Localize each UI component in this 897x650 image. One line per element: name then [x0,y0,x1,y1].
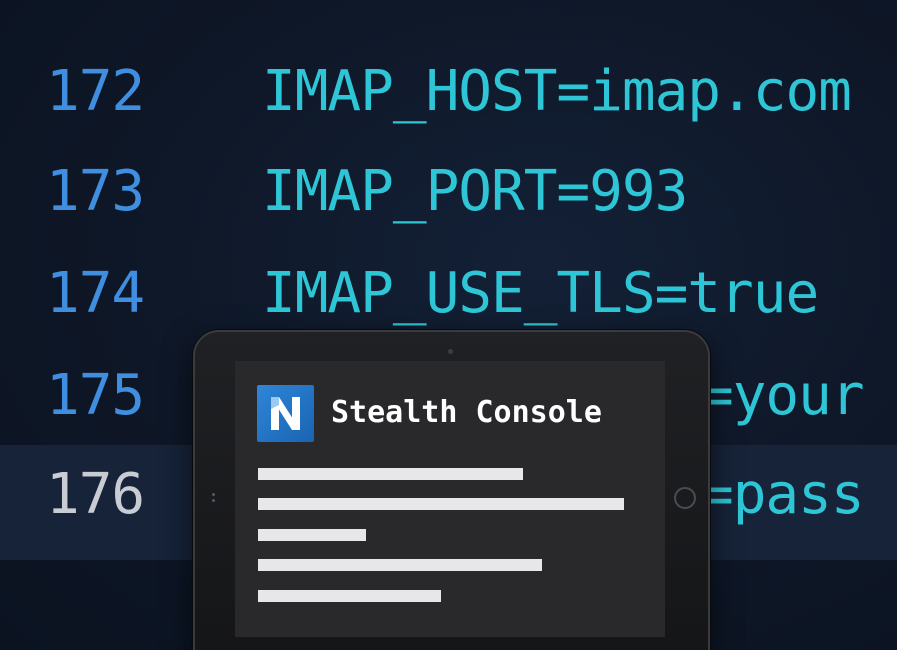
placeholder-text-line [258,498,624,510]
home-button [674,487,696,509]
placeholder-text-line [258,590,441,602]
code-line-174: 174 IMAP_USE_TLS=true [0,244,897,344]
app-logo-icon [257,385,314,442]
code-text: =pass [700,462,865,527]
code-text: IMAP_USE_TLS=true [262,261,819,326]
placeholder-text-line [258,529,366,541]
app-title: Stealth Console [331,395,602,430]
tablet-screen: Stealth Console [235,361,665,637]
sensor-dot [212,499,215,502]
placeholder-text-line [258,559,542,571]
code-text: IMAP_HOST=imap.com [262,59,852,124]
line-number: 176 [46,462,145,527]
line-number: 174 [46,261,145,326]
code-line-173: 173 IMAP_PORT=993 [0,142,897,242]
hero-image: 172 IMAP_HOST=imap.com 173 IMAP_PORT=993… [0,0,897,650]
line-number: 172 [46,59,145,124]
line-number: 173 [46,159,145,224]
code-text: =your [700,363,865,428]
camera-dot [448,349,453,354]
sensor-dot [212,493,215,496]
tablet-device: Stealth Console [193,330,710,650]
placeholder-text-line [258,468,523,480]
line-number: 175 [46,363,145,428]
code-text: IMAP_PORT=993 [262,159,688,224]
code-line-172: 172 IMAP_HOST=imap.com [0,42,897,142]
